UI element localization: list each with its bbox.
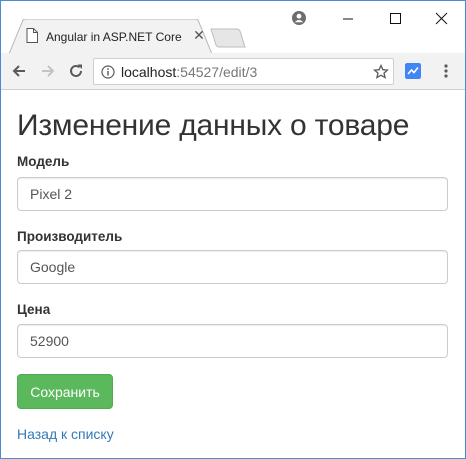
price-label: Цена	[17, 302, 51, 317]
url-path: :54527/edit/3	[176, 64, 258, 80]
tab-title: Angular in ASP.NET Core	[46, 30, 182, 44]
model-label: Модель	[17, 154, 70, 169]
save-button[interactable]: Сохранить	[17, 374, 113, 409]
extension-icon[interactable]	[405, 63, 421, 79]
browser-window: Angular in ASP.NET Core ✕ localhost:5452…	[0, 0, 466, 459]
document-icon	[26, 28, 38, 43]
manufacturer-input[interactable]	[17, 250, 448, 284]
new-tab-button[interactable]	[210, 28, 246, 48]
page-content: Изменение данных о товаре Модель Произво…	[1, 91, 465, 458]
manufacturer-label: Производитель	[17, 229, 123, 244]
page-title: Изменение данных о товаре	[17, 109, 410, 142]
url-text: localhost:54527/edit/3	[121, 64, 257, 80]
reload-icon[interactable]	[67, 62, 85, 80]
info-icon[interactable]	[101, 65, 115, 79]
back-arrow-icon[interactable]	[10, 62, 28, 80]
browser-tab[interactable]: Angular in ASP.NET Core ✕	[9, 19, 212, 54]
browser-toolbar: localhost:54527/edit/3	[1, 53, 465, 90]
close-icon[interactable]: ✕	[191, 27, 207, 43]
close-window-button[interactable]	[419, 3, 463, 31]
title-bar: Angular in ASP.NET Core ✕	[1, 1, 465, 54]
address-bar[interactable]: localhost:54527/edit/3	[93, 58, 394, 85]
forward-arrow-icon[interactable]	[39, 62, 57, 80]
back-to-list-link[interactable]: Назад к списку	[17, 426, 114, 442]
profile-icon[interactable]	[292, 11, 306, 25]
maximize-button[interactable]	[373, 3, 417, 31]
minimize-button[interactable]	[326, 3, 370, 31]
star-icon[interactable]	[373, 64, 389, 80]
model-input[interactable]	[17, 177, 448, 211]
kebab-menu-icon[interactable]	[439, 63, 453, 79]
price-input[interactable]	[17, 324, 448, 358]
url-host: localhost	[121, 64, 177, 80]
